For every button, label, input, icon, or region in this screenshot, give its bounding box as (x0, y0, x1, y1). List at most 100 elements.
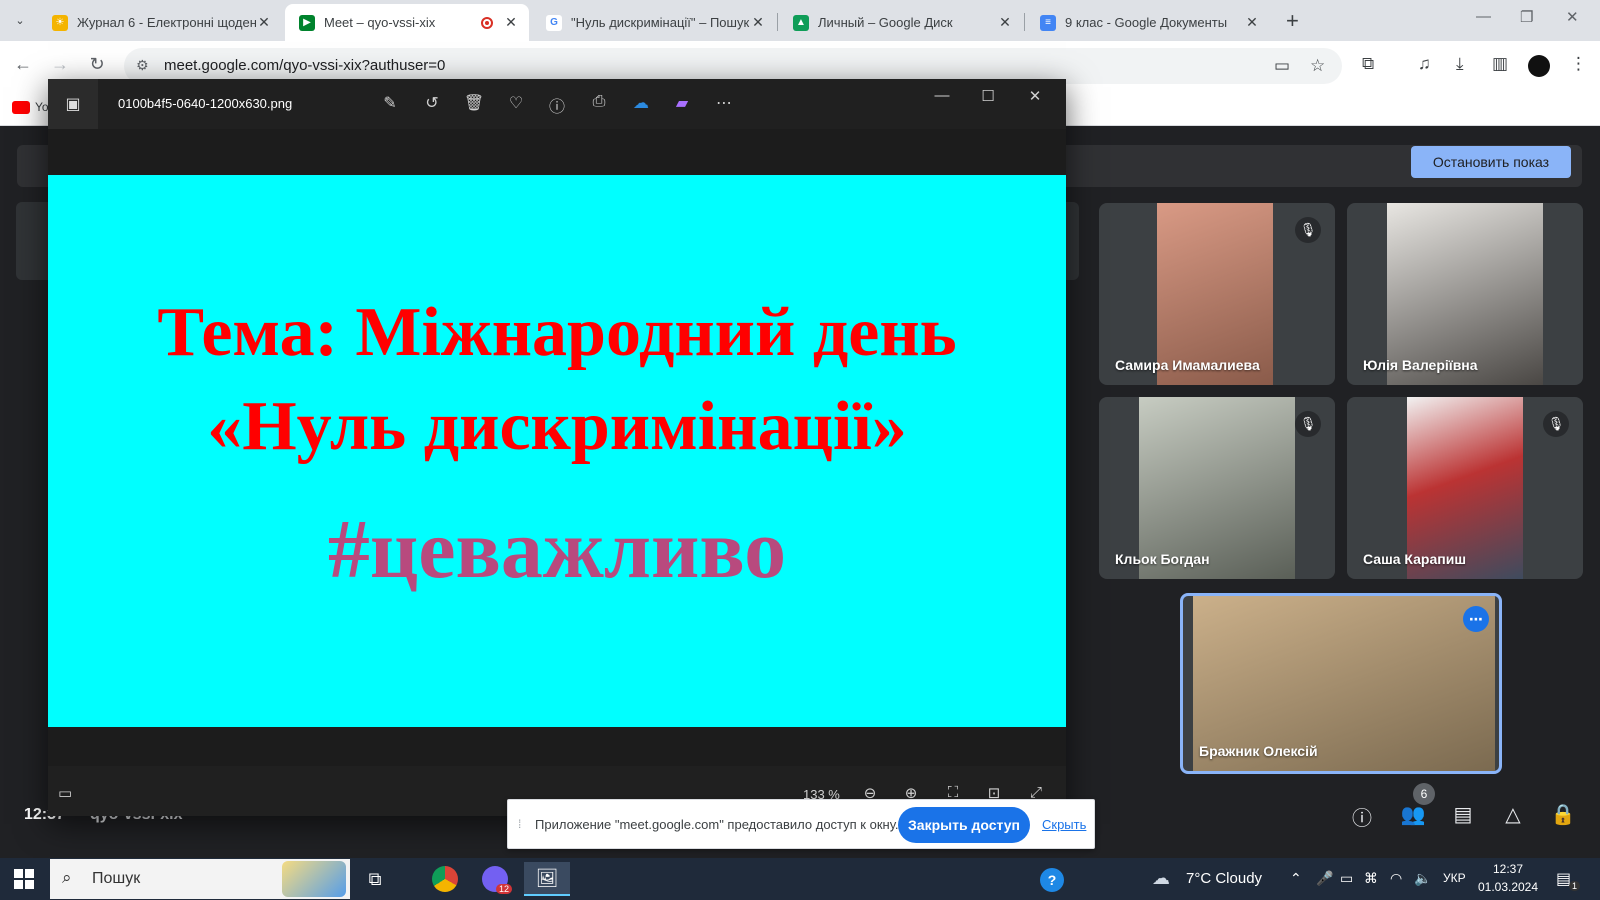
close-tab-icon[interactable]: ✕ (1244, 14, 1260, 31)
minimize-icon[interactable]: — (1476, 8, 1491, 25)
print-icon[interactable]: ⎙ (587, 93, 611, 111)
url-text: meet.google.com/qyo-vssi-xix?authuser=0 (164, 57, 446, 74)
side-panel-icon[interactable]: ▥ (1492, 54, 1508, 74)
close-icon[interactable]: ✕ (1025, 87, 1045, 105)
cloud-icon[interactable]: ☁ (1152, 868, 1170, 889)
bookmark-label[interactable]: Yo (35, 100, 49, 114)
participant-tile[interactable]: 🎙 Самира Имамалиева (1099, 203, 1335, 385)
download-icon[interactable]: ⤓ (1456, 54, 1464, 74)
youtube-icon[interactable] (12, 101, 30, 114)
menu-kebab-icon[interactable]: ⋮ (1570, 54, 1587, 74)
drive-favicon-icon: ▲ (793, 14, 809, 31)
browser-tab-bar: ⌄ ☀ Журнал 6 - Електронні щоден ✕ ▶ Meet… (0, 0, 1600, 41)
close-tab-icon[interactable]: ✕ (750, 14, 766, 31)
viber-badge: 12 (495, 884, 512, 894)
participant-name: Саша Карапиш (1363, 551, 1466, 567)
extensions-icon[interactable]: ⧉ (1362, 54, 1374, 74)
more-options-icon[interactable]: ⋯ (1463, 606, 1489, 632)
search-placeholder: Пошук (92, 870, 141, 887)
info-icon[interactable]: ⓘ (1347, 802, 1377, 831)
reload-icon[interactable]: ↻ (85, 54, 109, 75)
taskbar-search-box[interactable]: ⌕ Пошук (50, 859, 350, 899)
viewer-title-bar: ▣ 0100b4f5-0640-1200x630.png ✎ ↺ 🗑 ♡ ⓘ ⎙… (48, 79, 1066, 129)
tab-separator (1024, 13, 1025, 31)
delete-icon[interactable]: 🗑 (462, 93, 486, 113)
stop-presenting-button[interactable]: Остановить показ (1411, 146, 1571, 178)
browser-tab[interactable]: ≡ 9 клас - Google Документы ✕ (1026, 4, 1270, 41)
docs-favicon-icon: ≡ (1040, 14, 1056, 31)
browser-tab[interactable]: ▲ Личный – Google Диск ✕ (779, 4, 1023, 41)
network-icon[interactable]: ⌘ (1364, 870, 1378, 887)
browser-tab[interactable]: ☀ Журнал 6 - Електронні щоден ✕ (38, 4, 282, 41)
mic-off-icon: 🎙 (1295, 411, 1321, 437)
tab-search-button[interactable]: ⌄ (8, 8, 32, 32)
close-tab-icon[interactable]: ✕ (503, 14, 519, 31)
forward-arrow-icon[interactable]: → (48, 54, 72, 75)
browser-tab[interactable]: G "Нуль дискримінації" – Пошук ✕ (532, 4, 776, 41)
bookmark-star-icon[interactable]: ☆ (1310, 56, 1325, 76)
hide-link[interactable]: Скрыть (1042, 817, 1086, 832)
favorite-heart-icon[interactable]: ♡ (504, 93, 528, 113)
activities-icon[interactable]: △ (1498, 802, 1528, 827)
chevron-up-icon[interactable]: ⌃ (1290, 870, 1302, 887)
slide-hashtag: #цеважливо (327, 503, 787, 596)
clock-time[interactable]: 12:37 (1478, 862, 1538, 876)
edit-image-icon[interactable]: ✎ (378, 93, 402, 113)
photos-app-icon[interactable]: ▣ (48, 79, 98, 129)
info-icon[interactable]: ⓘ (545, 93, 569, 117)
input-language[interactable]: УКР (1443, 871, 1466, 885)
close-tab-icon[interactable]: ✕ (256, 14, 272, 31)
windows-taskbar: ⌕ Пошук ⧉ 12 🖼 ? ☁ 7°C Cloudy ⌃ 🎤 ▭ ⌘ ◠ … (0, 858, 1600, 900)
battery-icon[interactable]: ▭ (1340, 870, 1353, 887)
participant-tile[interactable]: 🎙 Кльок Богдан (1099, 397, 1335, 579)
people-icon[interactable]: 👥 (1398, 802, 1428, 827)
participant-name: Кльок Богдан (1115, 551, 1210, 567)
filmstrip-icon[interactable]: ▭ (58, 784, 72, 802)
participant-name: Бражник Олексій (1199, 743, 1318, 759)
sun-favicon-icon: ☀ (52, 14, 68, 31)
close-tab-icon[interactable]: ✕ (997, 14, 1013, 31)
weather-text[interactable]: 7°C Cloudy (1186, 870, 1262, 887)
browser-tab-active[interactable]: ▶ Meet – qyo-vssi-xix ✕ (285, 4, 529, 41)
self-view-tile[interactable]: ⋯ Бражник Олексій (1180, 593, 1502, 774)
host-controls-icon[interactable]: 🔒 (1548, 802, 1578, 827)
camera-in-use-icon[interactable]: ▭ (1274, 56, 1290, 76)
clock-date[interactable]: 01.03.2024 (1472, 880, 1544, 894)
onedrive-icon[interactable]: ☁ (629, 93, 653, 113)
viber-app-icon[interactable]: 12 (472, 862, 518, 896)
meet-favicon-icon: ▶ (299, 14, 315, 31)
maximize-icon[interactable]: ☐ (978, 87, 998, 105)
back-arrow-icon[interactable]: ← (11, 54, 35, 75)
clipchamp-icon[interactable]: ▰ (670, 93, 694, 113)
chevron-down-icon: ⌄ (15, 14, 25, 27)
media-controls-icon[interactable]: ♫ (1418, 54, 1431, 74)
drag-handle-icon[interactable]: ⁞ (518, 817, 521, 831)
screen-share-notification: ⁞ Приложение "meet.google.com" предостав… (507, 799, 1095, 849)
chrome-app-icon[interactable] (422, 862, 468, 896)
google-favicon-icon: G (546, 14, 562, 31)
windows-start-icon[interactable] (14, 869, 34, 889)
mic-off-icon: 🎙 (1543, 411, 1569, 437)
tab-title: Журнал 6 - Електронні щоден (77, 15, 256, 30)
microphone-icon[interactable]: 🎤 (1316, 870, 1333, 887)
photos-app-icon[interactable]: 🖼 (524, 862, 570, 896)
wifi-icon[interactable]: ◠ (1390, 870, 1402, 887)
more-options-icon[interactable]: ⋯ (712, 93, 736, 113)
rotate-icon[interactable]: ↺ (420, 93, 444, 113)
stop-sharing-button[interactable]: Закрыть доступ (898, 807, 1030, 843)
profile-avatar[interactable] (1528, 55, 1550, 77)
minimize-icon[interactable]: — (932, 87, 952, 104)
site-settings-icon[interactable]: ⚙ (136, 57, 149, 74)
close-window-icon[interactable]: ✕ (1566, 8, 1579, 26)
chat-icon[interactable]: ▤ (1448, 802, 1478, 827)
participant-tile[interactable]: 🎙 Саша Карапиш (1347, 397, 1583, 579)
new-tab-button[interactable]: + (1286, 8, 1299, 34)
task-view-icon[interactable]: ⧉ (352, 862, 398, 896)
volume-icon[interactable]: 🔈 (1414, 870, 1431, 887)
participant-tile[interactable]: Юлія Валеріївна (1347, 203, 1583, 385)
restore-icon[interactable]: ❐ (1520, 8, 1533, 26)
participant-name: Юлія Валеріївна (1363, 357, 1478, 373)
file-name: 0100b4f5-0640-1200x630.png (118, 96, 293, 111)
help-icon[interactable]: ? (1040, 868, 1064, 892)
share-notice-text: Приложение "meet.google.com" предоставил… (535, 817, 899, 832)
